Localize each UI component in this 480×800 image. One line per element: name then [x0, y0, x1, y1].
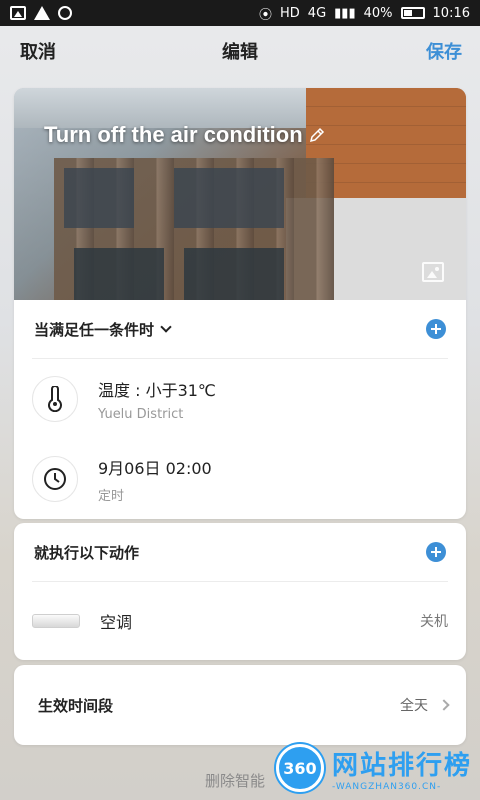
- actions-card: 就执行以下动作 空调 关机: [14, 523, 466, 660]
- effective-time-right: 全天: [400, 695, 450, 715]
- watermark-title: 网站排行榜: [331, 750, 472, 781]
- cover-window: [74, 248, 164, 300]
- scene-cover-image[interactable]: Turn off the air condition: [14, 88, 466, 300]
- watermark-url: -WANGZHAN360.CN-: [331, 781, 442, 792]
- conditions-card: Turn off the air condition 当满足任一条件时 温度 :…: [14, 88, 466, 519]
- action-device-name: 空调: [100, 613, 133, 632]
- page-title: 编辑: [222, 42, 258, 63]
- image-icon: [10, 6, 26, 20]
- battery-percent: 40%: [363, 5, 393, 21]
- chat-icon: [58, 6, 72, 20]
- add-action-button[interactable]: [426, 542, 446, 562]
- network-type: 4G: [307, 5, 327, 21]
- effective-time-row[interactable]: 生效时间段 全天: [14, 665, 466, 745]
- condition-mode-selector[interactable]: 当满足任一条件时: [34, 319, 172, 340]
- hotspot-icon: ⦿: [258, 7, 272, 23]
- save-button[interactable]: 保存: [426, 38, 462, 64]
- battery-icon: [400, 7, 425, 19]
- condition-item[interactable]: 温度 : 小于31℃ Yuelu District: [14, 359, 466, 439]
- actions-header: 就执行以下动作: [14, 523, 466, 581]
- condition-text: 9月06日 02:00 定时: [98, 455, 212, 504]
- pencil-icon[interactable]: [309, 127, 325, 143]
- condition-title: 温度 : 小于31℃: [98, 380, 216, 400]
- clock-icon: [32, 456, 78, 502]
- add-condition-button[interactable]: [426, 319, 446, 339]
- thermometer-icon: [32, 376, 78, 422]
- condition-text: 温度 : 小于31℃ Yuelu District: [98, 377, 216, 422]
- signal-icon: ▮▮▮: [334, 5, 356, 21]
- cover-window: [174, 168, 284, 228]
- condition-title: 9月06日 02:00: [98, 458, 212, 478]
- change-image-icon[interactable]: [422, 262, 444, 282]
- condition-subtitle: Yuelu District: [98, 406, 184, 422]
- condition-item[interactable]: 9月06日 02:00 定时: [14, 439, 466, 519]
- chevron-right-icon: [438, 699, 450, 711]
- condition-mode-label: 当满足任一条件时: [34, 320, 155, 339]
- effective-time-value: 全天: [400, 698, 428, 714]
- effective-time-card[interactable]: 生效时间段 全天: [14, 665, 466, 745]
- status-right: ⦿ HD 4G ▮▮▮ 40% 10:16: [259, 4, 470, 23]
- scene-title[interactable]: Turn off the air condition: [44, 122, 325, 148]
- clock-time: 10:16: [432, 5, 470, 21]
- action-item[interactable]: 空调 关机: [14, 582, 466, 660]
- header: 取消 编辑 保存: [0, 26, 480, 76]
- conditions-header: 当满足任一条件时: [14, 300, 466, 358]
- condition-subtitle: 定时: [98, 488, 125, 504]
- status-left: [10, 6, 72, 20]
- action-device-state: 关机: [420, 614, 448, 630]
- delete-smart-button[interactable]: 删除智能: [205, 770, 265, 791]
- watermark-logo: 360: [275, 744, 324, 792]
- air-conditioner-icon: [32, 614, 80, 628]
- actions-header-label: 就执行以下动作: [34, 543, 140, 562]
- status-bar: ⦿ HD 4G ▮▮▮ 40% 10:16: [0, 0, 480, 26]
- hd-icon: HD: [280, 5, 300, 21]
- cover-window: [184, 248, 284, 300]
- chevron-down-icon: [160, 321, 172, 333]
- watermark: 360 网站排行榜 -WANGZHAN360.CN-: [275, 744, 472, 792]
- cancel-button[interactable]: 取消: [20, 38, 56, 64]
- watermark-text: 网站排行榜 -WANGZHAN360.CN-: [332, 745, 472, 792]
- cover-window: [64, 168, 134, 228]
- scene-title-text: Turn off the air condition: [44, 122, 303, 147]
- effective-time-label: 生效时间段: [38, 696, 114, 715]
- warning-icon: [34, 6, 50, 20]
